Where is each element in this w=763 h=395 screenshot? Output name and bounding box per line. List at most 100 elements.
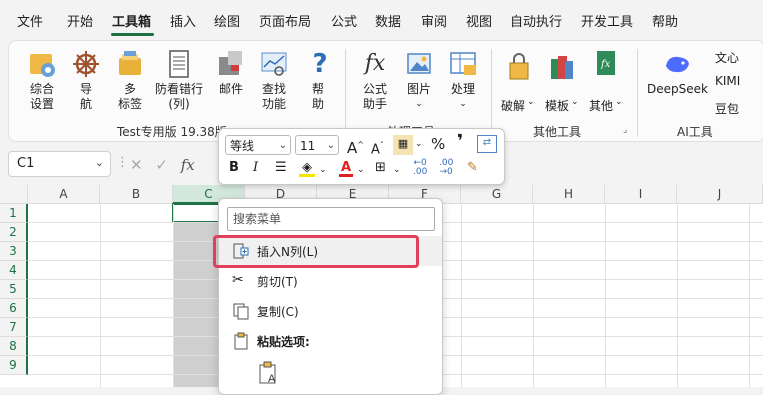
tab-toolbox[interactable]: 工具箱	[112, 13, 151, 33]
tab-data[interactable]: 数据	[375, 13, 401, 33]
help-button[interactable]: ? 帮 助	[305, 49, 331, 112]
column-header[interactable]: B	[100, 185, 173, 204]
mail-icon	[216, 49, 246, 79]
other-button[interactable]: 其他	[589, 97, 613, 114]
gridline	[605, 204, 606, 387]
column-header[interactable]: G	[461, 185, 533, 204]
tab-view[interactable]: 视图	[466, 13, 492, 33]
tab-file[interactable]: 文件	[17, 13, 43, 33]
menu-search-input[interactable]: 搜索菜单	[227, 207, 435, 231]
cancel-icon[interactable]: ✕	[130, 156, 143, 174]
wenxin-button[interactable]: 文心	[715, 49, 739, 66]
template-icon	[549, 53, 575, 83]
paste-options-label: 粘贴选项:	[257, 335, 310, 349]
bold-button[interactable]: B	[229, 159, 239, 177]
italic-button[interactable]: I	[253, 159, 258, 177]
doubao-button[interactable]: 豆包	[715, 100, 739, 117]
comma-style-button[interactable]: ❜	[457, 133, 463, 151]
increase-font-label: A	[347, 139, 358, 157]
tab-page-layout[interactable]: 页面布局	[259, 13, 311, 33]
decrease-font-button[interactable]: Aˇ	[371, 137, 384, 159]
crosshair-button[interactable]: 防看错行 (列)	[153, 49, 205, 112]
copy-label: 复制(C)	[257, 305, 299, 319]
row-header[interactable]: 4	[0, 261, 28, 280]
row-header[interactable]: 9	[0, 356, 28, 375]
tab-review[interactable]: 审阅	[421, 13, 447, 33]
gridline	[533, 204, 534, 387]
percent-style-button[interactable]: %	[431, 135, 445, 153]
ship-wheel-icon	[71, 49, 101, 79]
fill-color-icon[interactable]: ◈	[299, 159, 315, 177]
navigate-button[interactable]: 导 航	[71, 49, 101, 112]
row-header[interactable]: 5	[0, 280, 28, 299]
context-menu: 搜索菜单 插入N列(L) ✂ 剪切(T) 复制(C) 粘贴选项: A	[218, 198, 443, 395]
confirm-icon[interactable]: ✓	[155, 156, 168, 174]
cut-item[interactable]: ✂ 剪切(T)	[219, 266, 442, 296]
settings-button[interactable]: 综合 设置	[23, 49, 61, 112]
test-group-label: Test专用版 19.38版	[117, 125, 227, 139]
process-dropdown-icon: ⌄	[459, 99, 467, 109]
deepseek-whale-icon	[662, 49, 692, 79]
tab-home[interactable]: 开始	[67, 13, 93, 33]
increase-decimal-icon[interactable]: ←0.00	[413, 159, 427, 177]
find-chart-icon	[259, 49, 289, 79]
format-painter-icon[interactable]: ✎	[467, 159, 478, 177]
deepseek-button[interactable]: DeepSeek	[647, 49, 708, 97]
decrease-decimal-icon[interactable]: .00 →0	[439, 159, 453, 177]
name-box[interactable]: C1 ⌄	[8, 151, 111, 177]
wrap-text-icon[interactable]: ⇄	[477, 135, 497, 153]
crack-button[interactable]: 破解	[501, 97, 525, 114]
crosshair-label: 防看错行 (列)	[154, 82, 203, 111]
column-header[interactable]: I	[605, 185, 677, 204]
align-center-icon[interactable]: ☰	[275, 159, 287, 177]
multi-tab-button[interactable]: 多 标签	[113, 49, 147, 112]
row-header[interactable]: 8	[0, 337, 28, 356]
tab-insert[interactable]: 插入	[170, 13, 196, 33]
row-header[interactable]: 6	[0, 299, 28, 318]
picture-label: 图片	[406, 82, 431, 96]
column-header[interactable]: A	[28, 185, 100, 204]
select-all-corner[interactable]	[0, 185, 28, 204]
cut-label: 剪切(T)	[257, 275, 298, 289]
row-header[interactable]: 1	[0, 204, 28, 223]
font-family-select[interactable]: 等线 ⌄	[225, 135, 291, 155]
font-color-icon[interactable]: A	[339, 159, 353, 177]
paste-clipboard-icon[interactable]: A	[257, 361, 281, 385]
tab-draw[interactable]: 绘图	[214, 13, 240, 33]
copy-item[interactable]: 复制(C)	[219, 296, 442, 326]
chevron-down-icon: ⌄	[357, 165, 365, 175]
tab-developer[interactable]: 开发工具	[581, 13, 633, 33]
kimi-button[interactable]: KIMI	[715, 74, 740, 88]
gridline	[677, 204, 678, 387]
tab-help[interactable]: 帮助	[652, 13, 678, 33]
gridline	[461, 204, 462, 387]
number-format-icon[interactable]: ▦	[393, 135, 413, 155]
row-header[interactable]: 2	[0, 223, 28, 242]
column-header[interactable]: J	[677, 185, 763, 204]
process-label: 处理	[450, 82, 475, 96]
svg-text:A: A	[268, 373, 276, 385]
picture-button[interactable]: 图片 ⌄	[403, 49, 435, 112]
chevron-down-icon: ⌄	[326, 140, 335, 151]
other-icon: fx	[593, 49, 619, 79]
find-button[interactable]: 查找 功能	[257, 49, 291, 112]
process-button[interactable]: 处理 ⌄	[445, 49, 481, 112]
row-header[interactable]: 3	[0, 242, 28, 261]
row-header[interactable]: 7	[0, 318, 28, 337]
mail-button[interactable]: 邮件	[213, 49, 249, 97]
insert-function-button[interactable]: fx	[181, 156, 195, 174]
chevron-down-icon: ⌄	[393, 165, 401, 175]
gridline	[749, 204, 750, 387]
formula-helper-button[interactable]: fx 公式 助手	[359, 49, 391, 112]
active-tab-indicator	[111, 33, 154, 36]
template-button[interactable]: 模板	[545, 97, 569, 114]
dialog-launcher-icon[interactable]: ⌟	[623, 125, 627, 135]
tab-automate[interactable]: 自动执行	[510, 13, 562, 33]
increase-font-button[interactable]: A^	[347, 136, 364, 157]
chevron-down-icon: ⌄	[278, 140, 287, 151]
borders-icon[interactable]: ⊞	[375, 159, 386, 177]
font-size-select[interactable]: 11 ⌄	[295, 135, 339, 155]
tab-formulas[interactable]: 公式	[331, 13, 357, 33]
column-header[interactable]: H	[533, 185, 605, 204]
template-dropdown-icon: ⌄	[571, 97, 579, 107]
